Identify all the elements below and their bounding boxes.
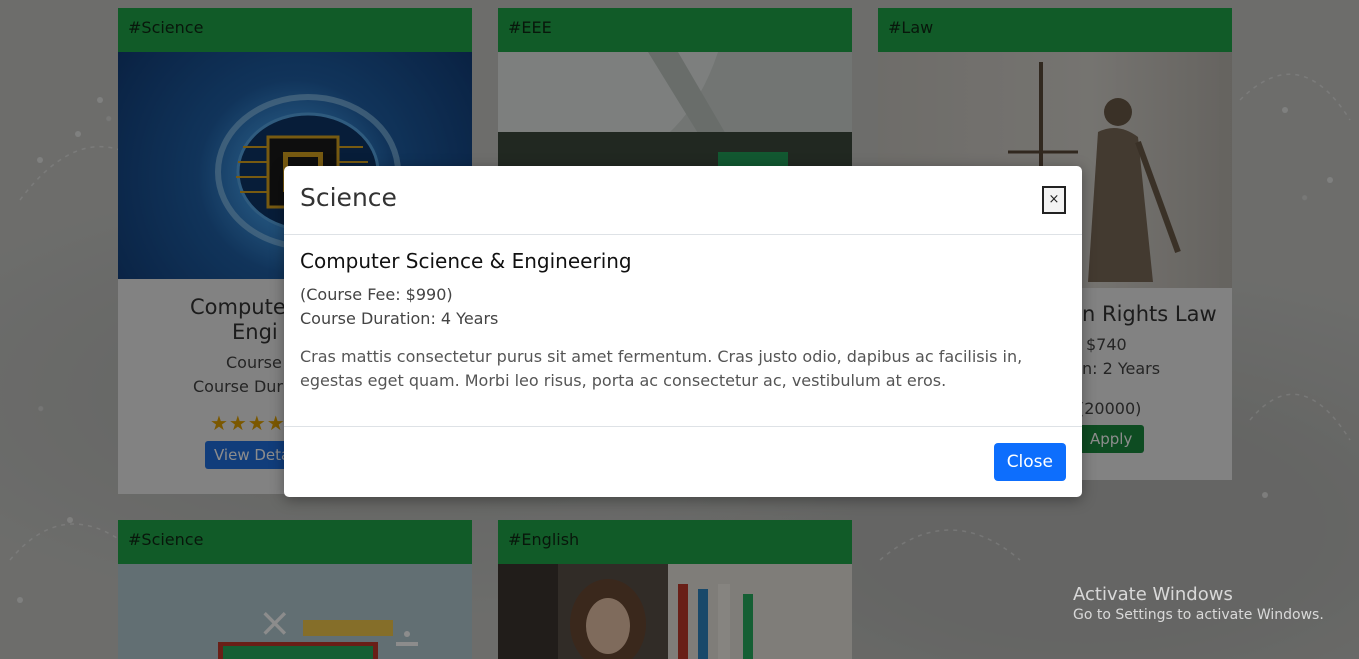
course-duration: Course Duration: 4 Years xyxy=(300,309,499,328)
watermark-line2: Go to Settings to activate Windows. xyxy=(1073,607,1324,623)
close-button[interactable]: Close xyxy=(993,443,1066,481)
course-fee: (Course Fee: $990) xyxy=(300,285,453,304)
watermark-line1: Activate Windows xyxy=(1073,584,1233,605)
modal-body: Computer Science & Engineering (Course F… xyxy=(284,235,1082,393)
course-title: Computer Science & Engineering xyxy=(300,249,632,273)
close-x-icon[interactable]: × xyxy=(1042,186,1066,214)
modal-footer: Close xyxy=(284,426,1082,497)
course-description: Cras mattis consectetur purus sit amet f… xyxy=(300,347,1023,390)
windows-activation-watermark: Activate Windows Go to Settings to activ… xyxy=(1073,584,1324,623)
course-details-modal: Science × Computer Science & Engineering… xyxy=(284,166,1082,497)
modal-header: Science × xyxy=(284,166,1082,235)
modal-title: Science xyxy=(300,183,397,212)
